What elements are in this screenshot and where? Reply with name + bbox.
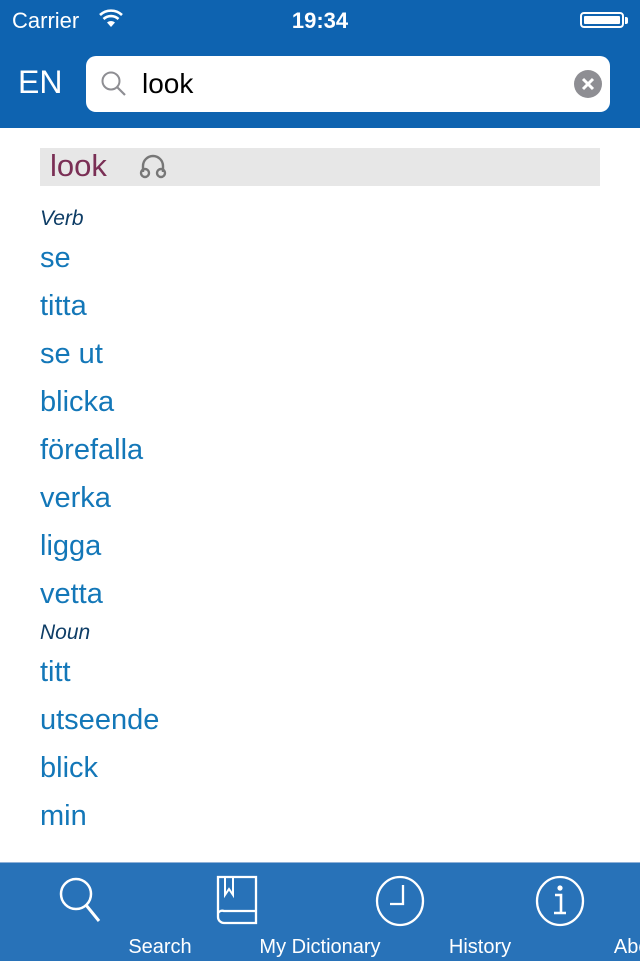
tab-about[interactable]: About <box>480 863 640 961</box>
tab-bar: Search My Dictionary History About <box>0 862 640 961</box>
search-icon <box>55 875 105 930</box>
translation-item[interactable]: ligga <box>40 522 600 570</box>
battery-icon <box>580 12 624 28</box>
headphones-icon[interactable] <box>138 152 168 185</box>
clock-icon <box>374 875 426 932</box>
translation-item[interactable]: utseende <box>40 696 600 744</box>
tab-label: About <box>613 936 640 958</box>
language-switch[interactable]: EN <box>18 64 62 101</box>
tab-search[interactable]: Search <box>0 863 192 961</box>
clock: 19:34 <box>291 8 349 33</box>
tab-history[interactable]: History <box>320 863 511 961</box>
translation-item[interactable]: titt <box>40 648 600 696</box>
translation-item[interactable]: förefalla <box>40 426 600 474</box>
translation-item[interactable]: se ut <box>40 330 600 378</box>
translation-item[interactable]: blicka <box>40 378 600 426</box>
search-input[interactable] <box>142 64 562 104</box>
info-icon <box>534 875 586 932</box>
translation-item[interactable]: titta <box>40 282 600 330</box>
dictionary-entry: look Verb se titta se ut blicka förefall… <box>40 148 600 840</box>
headword: look <box>50 148 107 183</box>
translation-item[interactable]: verka <box>40 474 600 522</box>
translation-item[interactable]: se <box>40 234 600 282</box>
search-icon <box>100 70 128 103</box>
pos-label-noun: Noun <box>40 621 91 644</box>
translation-item[interactable]: vetta <box>40 570 600 618</box>
headword-row: look <box>40 148 600 186</box>
search-bar[interactable] <box>86 56 610 112</box>
translation-item[interactable]: blick <box>40 744 600 792</box>
clear-search-button[interactable] <box>574 70 602 98</box>
status-bar: Carrier 19:34 <box>0 0 640 40</box>
book-icon <box>215 875 265 930</box>
translation-item[interactable]: min <box>40 792 600 840</box>
battery-tip <box>625 17 628 24</box>
header: Carrier 19:34 EN <box>0 0 640 128</box>
pos-label-verb: Verb <box>40 207 84 230</box>
close-icon <box>581 77 595 91</box>
tab-my-dictionary[interactable]: My Dictionary <box>160 863 381 961</box>
